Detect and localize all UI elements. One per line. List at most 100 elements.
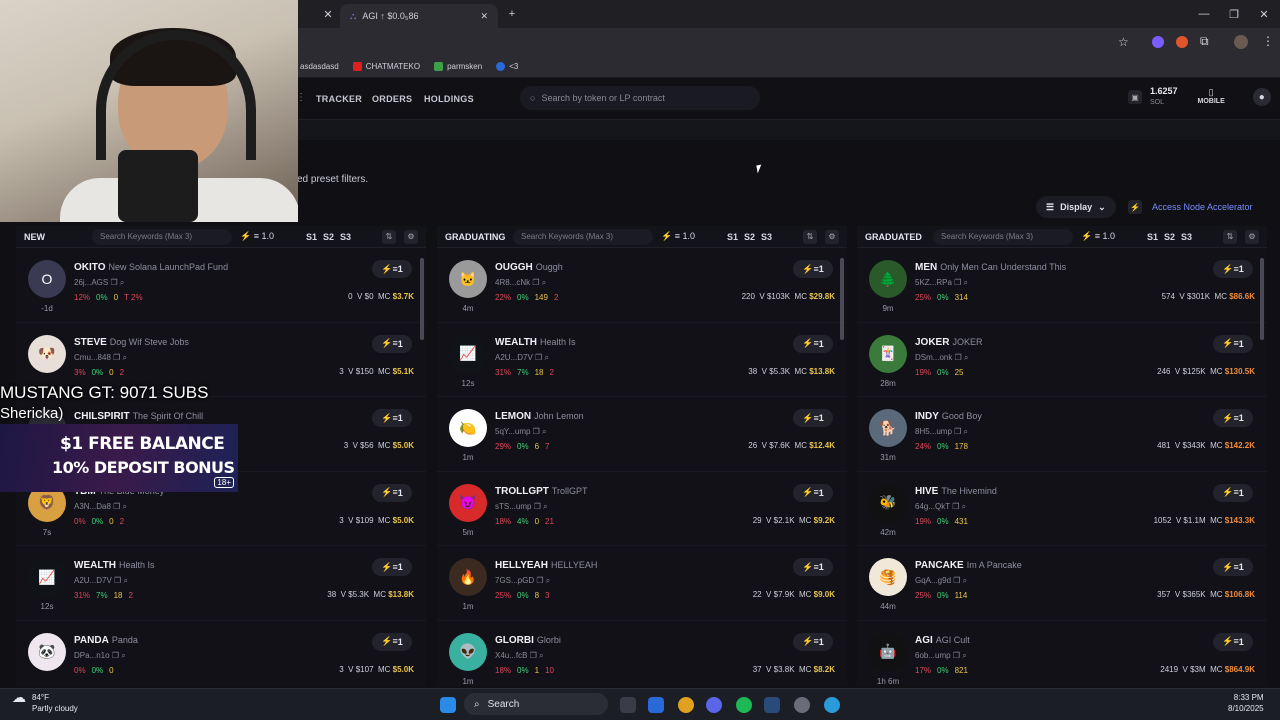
scrollbar-new[interactable] <box>420 258 424 340</box>
token-row[interactable]: 🃏 28m JOKER JOKER DSm...onk ❐ ⌕ 19% 0% 25… <box>857 322 1267 398</box>
preset-s3[interactable]: S3 <box>761 232 772 242</box>
token-avatar[interactable]: 🥞 <box>869 558 907 597</box>
store-icon[interactable] <box>648 697 664 713</box>
filter-icon[interactable]: ⇅ <box>382 229 396 244</box>
spotify-icon[interactable] <box>736 697 752 713</box>
search-icon[interactable]: ⌕ <box>546 576 550 585</box>
quick-buy-button[interactable]: ⚡≡ 1 <box>793 632 833 651</box>
copy-icon[interactable]: ❐ <box>112 651 119 660</box>
token-address[interactable]: sTS...ump ❐ ⌕ <box>495 502 548 512</box>
token-avatar[interactable]: 📈 <box>28 558 66 597</box>
token-row[interactable]: O -1d OKITO New Solana LaunchPad Fund 26j… <box>16 248 426 323</box>
quick-buy-button[interactable]: ⚡≡ 1 <box>372 558 412 577</box>
settings-icon[interactable]: ⚙ <box>825 229 839 244</box>
quick-buy-button[interactable]: ⚡≡ 1 <box>1213 260 1253 278</box>
token-row[interactable]: 🔥 1m HELLYEAH HELLYEAH 7GS...pGD ❐ ⌕ 25% … <box>437 546 847 621</box>
minimize-icon[interactable]: — <box>1188 0 1220 28</box>
token-avatar[interactable]: 🐶 <box>28 334 66 373</box>
token-address[interactable]: DSm...onk ❐ ⌕ <box>915 353 968 363</box>
preset-s3[interactable]: S3 <box>1181 232 1192 242</box>
quick-buy-button[interactable]: ⚡≡ 1 <box>1213 483 1253 502</box>
search-icon[interactable]: ⌕ <box>120 278 124 287</box>
quick-buy-button[interactable]: ⚡≡ 1 <box>1213 558 1253 577</box>
copy-icon[interactable]: ❐ <box>954 278 961 287</box>
search-icon[interactable]: ⌕ <box>962 651 966 660</box>
keyword-search-input[interactable]: Search Keywords (Max 3) <box>933 228 1073 245</box>
token-address[interactable]: Cmu...848 ❐ ⌕ <box>74 353 127 363</box>
preset-s1[interactable]: S1 <box>1147 232 1158 242</box>
token-row[interactable]: 😈 5m TROLLGPT TrollGPT sTS...ump ❐ ⌕ 18% … <box>437 471 847 547</box>
settings-icon[interactable]: ⚙ <box>1245 229 1259 244</box>
copy-icon[interactable]: ❐ <box>953 651 960 660</box>
copy-icon[interactable]: ❐ <box>954 427 961 436</box>
token-avatar[interactable]: 🐝 <box>869 483 907 522</box>
copy-icon[interactable]: ❐ <box>535 353 542 362</box>
token-address[interactable]: DPa...n1o ❐ ⌕ <box>74 651 126 661</box>
quick-buy-button[interactable]: ⚡≡ 1 <box>372 483 412 502</box>
filter-icon[interactable]: ⇅ <box>1223 229 1237 244</box>
token-row[interactable]: 🤖 1h 6m AGI AGI Cult 6ob...ump ❐ ⌕ 17% 0%… <box>857 620 1267 686</box>
copy-icon[interactable]: ❐ <box>952 502 959 511</box>
menu-dots-icon[interactable]: ⋮ <box>1262 34 1274 48</box>
copy-icon[interactable]: ❐ <box>113 502 120 511</box>
token-avatar[interactable]: 🤖 <box>869 632 907 671</box>
preset-s2[interactable]: S2 <box>744 232 755 242</box>
search-icon[interactable]: ⌕ <box>962 502 966 511</box>
browser-tab-active[interactable]: ⛬ AGI ↑ $0.0₅86 ✕ <box>340 4 498 28</box>
bookmark-item[interactable]: CHATMATEKO <box>352 62 420 71</box>
search-icon[interactable]: ⌕ <box>964 278 968 287</box>
quick-buy-button[interactable]: ⚡≡ 1 <box>1213 632 1253 651</box>
token-address[interactable]: 8H5...ump ❐ ⌕ <box>915 427 968 437</box>
token-avatar[interactable]: 🐼 <box>28 632 66 671</box>
search-icon[interactable]: ⌕ <box>544 353 548 362</box>
copy-icon[interactable]: ❐ <box>953 576 960 585</box>
preset-s2[interactable]: S2 <box>1164 232 1175 242</box>
preset-s2[interactable]: S2 <box>323 232 334 242</box>
token-row[interactable]: 🐕 31m INDY Good Boy 8H5...ump ❐ ⌕ 24% 0% … <box>857 397 1267 472</box>
preset-s1[interactable]: S1 <box>306 232 317 242</box>
quick-buy-button[interactable]: ⚡≡ 1 <box>793 409 833 428</box>
quick-buy-button[interactable]: ⚡≡ 1 <box>793 483 833 502</box>
token-avatar[interactable]: 🃏 <box>869 334 907 373</box>
messenger-icon[interactable] <box>824 697 840 713</box>
weather-widget[interactable]: ☁ 84°F Partly cloudy <box>12 690 78 714</box>
token-address[interactable]: A2U...D7V ❐ ⌕ <box>495 353 549 363</box>
token-address[interactable]: 26j...AGS ❐ ⌕ <box>74 278 124 288</box>
task-view-icon[interactable] <box>620 697 636 713</box>
token-address[interactable]: 6ob...ump ❐ ⌕ <box>915 651 967 661</box>
close-window-icon[interactable]: ✕ <box>1248 0 1280 28</box>
quick-buy-button[interactable]: ⚡≡ 1 <box>1213 334 1253 353</box>
settings-icon[interactable]: ⚙ <box>404 229 418 244</box>
wallet-balance[interactable]: ▣ 1.6257 SOL ▯ MOBILE ● <box>1128 86 1271 108</box>
token-avatar[interactable]: 📈 <box>449 334 487 373</box>
token-address[interactable]: 7GS...pGD ❐ ⌕ <box>495 576 550 586</box>
copy-icon[interactable]: ❐ <box>530 651 537 660</box>
token-row[interactable]: 🐝 42m HIVE The Hivemind 64g...QkT ❐ ⌕ 19%… <box>857 471 1267 547</box>
display-dropdown[interactable]: ☰ Display ⌄ <box>1036 196 1116 218</box>
bookmark-item[interactable]: <3 <box>496 62 518 71</box>
token-avatar[interactable]: 🌲 <box>869 260 907 298</box>
quick-buy-button[interactable]: ⚡≡ 1 <box>372 632 412 651</box>
keyword-search-input[interactable]: Search Keywords (Max 3) <box>92 228 232 245</box>
token-row[interactable]: 🐱 4m OUGGH Ouggh 4R8...cNk ❐ ⌕ 22% 0% 149… <box>437 248 847 323</box>
copy-icon[interactable]: ❐ <box>114 576 121 585</box>
mobile-button[interactable]: ▯ MOBILE <box>1198 87 1225 107</box>
token-address[interactable]: 64g...QkT ❐ ⌕ <box>915 502 966 512</box>
search-icon[interactable]: ⌕ <box>121 651 125 660</box>
token-avatar[interactable]: 👽 <box>449 632 487 671</box>
search-icon[interactable]: ⌕ <box>542 427 546 436</box>
nav-tracker[interactable]: TRACKER <box>316 94 362 104</box>
keyword-search-input[interactable]: Search Keywords (Max 3) <box>513 228 653 245</box>
token-avatar[interactable]: 🍋 <box>449 409 487 448</box>
extension-icon[interactable] <box>1152 36 1164 48</box>
chrome-icon[interactable] <box>678 697 694 713</box>
search-icon[interactable]: ⌕ <box>543 502 547 511</box>
token-avatar[interactable]: 🐱 <box>449 260 487 298</box>
search-icon[interactable]: ⌕ <box>123 502 127 511</box>
quick-buy-amount[interactable]: ⚡ ≡ 1.0 <box>240 231 274 242</box>
token-row[interactable]: 🥞 44m PANCAKE Im A Pancake GqA...g9d ❐ ⌕ … <box>857 546 1267 621</box>
quick-buy-button[interactable]: ⚡≡ 1 <box>1213 409 1253 428</box>
windows-start-icon[interactable] <box>440 697 456 713</box>
quick-buy-button[interactable]: ⚡≡ 1 <box>372 409 412 428</box>
discord-icon[interactable] <box>706 697 722 713</box>
